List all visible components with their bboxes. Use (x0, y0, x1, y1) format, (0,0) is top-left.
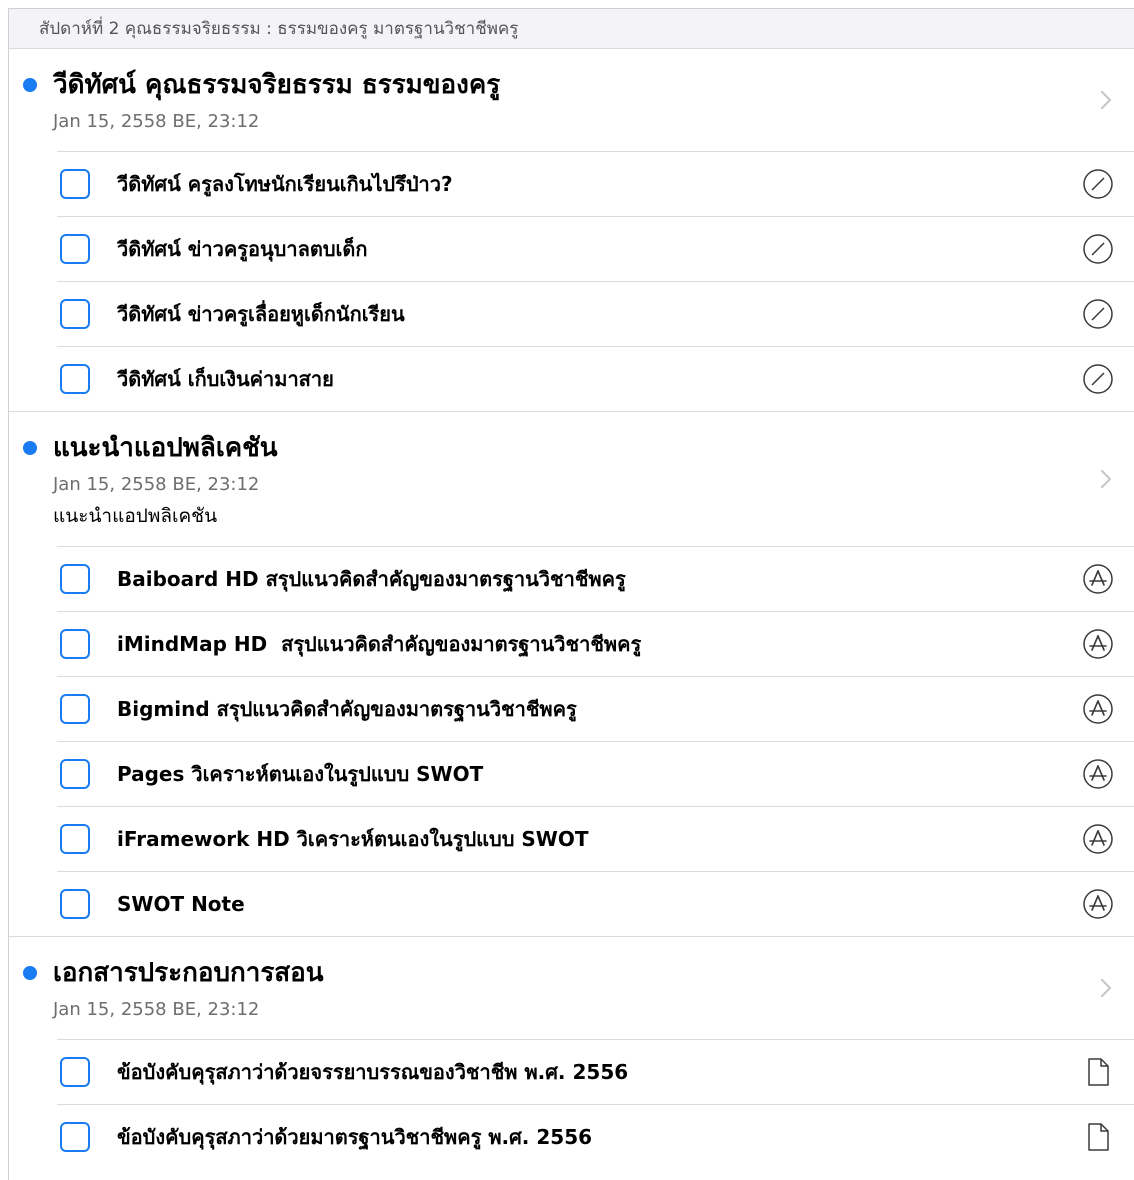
item-label: วีดิทัศน์ ครูลงโทษนักเรียนเกินไปรึป่าว? (117, 172, 453, 196)
group-header[interactable]: วีดิทัศน์ คุณธรรมจริยธรรม ธรรมของครู Jan… (9, 49, 1134, 151)
chevron-right-icon[interactable] (1100, 469, 1112, 489)
checkbox[interactable] (60, 564, 90, 594)
app-store-icon[interactable] (1082, 758, 1114, 790)
list-item[interactable]: ข้อบังคับคุรุสภาว่าด้วยมาตรฐานวิชาชีพครู… (57, 1104, 1134, 1169)
lesson-group: แนะนำแอปพลิเคชัน Jan 15, 2558 BE, 23:12 … (9, 412, 1134, 937)
checkbox[interactable] (60, 1122, 90, 1152)
safari-compass-icon[interactable] (1082, 233, 1114, 265)
group-description: แนะนำแอปพลิเคชัน (53, 505, 218, 527)
app-store-icon[interactable] (1082, 693, 1114, 725)
document-icon[interactable] (1082, 1121, 1114, 1153)
list-item[interactable]: วีดิทัศน์ ครูลงโทษนักเรียนเกินไปรึป่าว? (57, 151, 1134, 216)
list-item[interactable]: Pages วิเคราะห์ตนเองในรูปแบบ SWOT (57, 741, 1134, 806)
list-item[interactable]: วีดิทัศน์ เก็บเงินค่ามาสาย (57, 346, 1134, 411)
group-title: เอกสารประกอบการสอน (53, 958, 324, 988)
list-item[interactable]: วีดิทัศน์ ข่าวครูอนุบาลตบเด็ก (57, 216, 1134, 281)
item-label: iFramework HD วิเคราะห์ตนเองในรูปแบบ SWO… (117, 827, 589, 851)
unread-dot-icon (23, 78, 37, 92)
item-label: วีดิทัศน์ เก็บเงินค่ามาสาย (117, 367, 334, 391)
item-label: Baiboard HD สรุปแนวคิดสำคัญของมาตรฐานวิช… (117, 567, 626, 591)
group-date: Jan 15, 2558 BE, 23:12 (53, 474, 260, 495)
unread-dot-icon (23, 441, 37, 455)
item-label: วีดิทัศน์ ข่าวครูเลื่อยหูเด็กนักเรียน (117, 302, 405, 326)
item-label: SWOT Note (117, 892, 245, 916)
checkbox[interactable] (60, 889, 90, 919)
checkbox[interactable] (60, 364, 90, 394)
chevron-right-icon[interactable] (1100, 90, 1112, 110)
list-item[interactable]: iMindMap HD สรุปแนวคิดสำคัญของมาตรฐานวิช… (57, 611, 1134, 676)
list-item[interactable]: iFramework HD วิเคราะห์ตนเองในรูปแบบ SWO… (57, 806, 1134, 871)
list-item[interactable]: ข้อบังคับคุรุสภาว่าด้วยจรรยาบรรณของวิชาช… (57, 1039, 1134, 1104)
list-item[interactable]: SWOT Note (57, 871, 1134, 936)
item-label: Pages วิเคราะห์ตนเองในรูปแบบ SWOT (117, 762, 484, 786)
checkbox[interactable] (60, 1057, 90, 1087)
checkbox[interactable] (60, 694, 90, 724)
app-store-icon[interactable] (1082, 628, 1114, 660)
list-item[interactable]: วีดิทัศน์ ข่าวครูเลื่อยหูเด็กนักเรียน (57, 281, 1134, 346)
checkbox[interactable] (60, 759, 90, 789)
list-item[interactable]: Baiboard HD สรุปแนวคิดสำคัญของมาตรฐานวิช… (57, 546, 1134, 611)
safari-compass-icon[interactable] (1082, 298, 1114, 330)
group-title: แนะนำแอปพลิเคชัน (53, 433, 278, 463)
checkbox[interactable] (60, 629, 90, 659)
list-item[interactable]: Bigmind สรุปแนวคิดสำคัญของมาตรฐานวิชาชีพ… (57, 676, 1134, 741)
app-store-icon[interactable] (1082, 563, 1114, 595)
checkbox[interactable] (60, 824, 90, 854)
checkbox[interactable] (60, 234, 90, 264)
group-header[interactable]: แนะนำแอปพลิเคชัน Jan 15, 2558 BE, 23:12 … (9, 412, 1134, 546)
document-icon[interactable] (1082, 1056, 1114, 1088)
group-date: Jan 15, 2558 BE, 23:12 (53, 111, 260, 132)
item-label: วีดิทัศน์ ข่าวครูอนุบาลตบเด็ก (117, 237, 368, 261)
chevron-right-icon[interactable] (1100, 978, 1112, 998)
item-label: ข้อบังคับคุรุสภาว่าด้วยมาตรฐานวิชาชีพครู… (117, 1125, 593, 1149)
safari-compass-icon[interactable] (1082, 168, 1114, 200)
lesson-group: วีดิทัศน์ คุณธรรมจริยธรรม ธรรมของครู Jan… (9, 49, 1134, 412)
group-date: Jan 15, 2558 BE, 23:12 (53, 999, 260, 1020)
app-store-icon[interactable] (1082, 823, 1114, 855)
checkbox[interactable] (60, 299, 90, 329)
section-title: สัปดาห์ที่ 2 คุณธรรมจริยธรรม : ธรรมของคร… (39, 19, 519, 39)
section-header: สัปดาห์ที่ 2 คุณธรรมจริยธรรม : ธรรมของคร… (9, 9, 1134, 49)
lesson-group: เอกสารประกอบการสอน Jan 15, 2558 BE, 23:1… (9, 937, 1134, 1169)
item-label: iMindMap HD สรุปแนวคิดสำคัญของมาตรฐานวิช… (117, 632, 642, 656)
item-label: Bigmind สรุปแนวคิดสำคัญของมาตรฐานวิชาชีพ… (117, 697, 577, 721)
lesson-list-panel: สัปดาห์ที่ 2 คุณธรรมจริยธรรม : ธรรมของคร… (8, 8, 1134, 1180)
unread-dot-icon (23, 966, 37, 980)
item-label: ข้อบังคับคุรุสภาว่าด้วยจรรยาบรรณของวิชาช… (117, 1060, 629, 1084)
group-header[interactable]: เอกสารประกอบการสอน Jan 15, 2558 BE, 23:1… (9, 937, 1134, 1039)
safari-compass-icon[interactable] (1082, 363, 1114, 395)
checkbox[interactable] (60, 169, 90, 199)
app-store-icon[interactable] (1082, 888, 1114, 920)
group-title: วีดิทัศน์ คุณธรรมจริยธรรม ธรรมของครู (53, 70, 501, 100)
